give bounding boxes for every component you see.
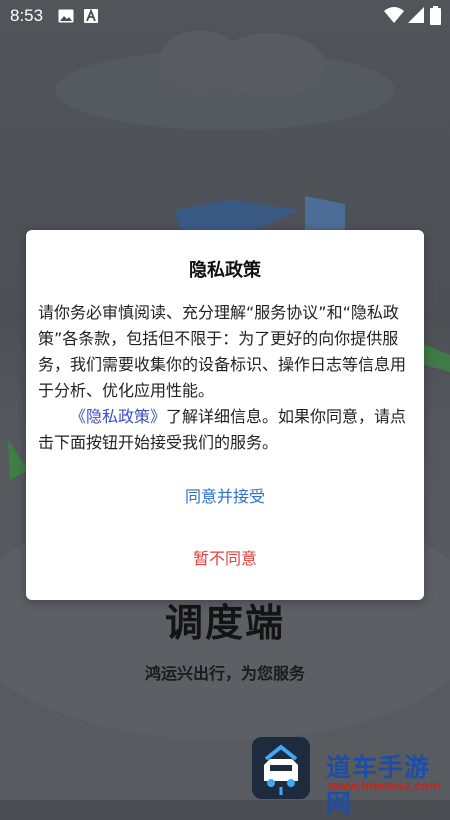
privacy-policy-link[interactable]: 《隐私政策》 xyxy=(70,407,166,426)
dialog-paragraph-1: 请你务必审慎阅读、充分理解“服务协议”和“隐私政策”各条款，包括但不限于：为了更… xyxy=(38,303,407,400)
dialog-title: 隐私政策 xyxy=(189,260,261,281)
dialog-body: 请你务必审慎阅读、充分理解“服务协议”和“隐私政策”各条款，包括但不限于：为了更… xyxy=(38,300,412,456)
accept-button[interactable]: 同意并接受 xyxy=(26,482,424,512)
privacy-policy-dialog: 隐私政策 请你务必审慎阅读、充分理解“服务协议”和“隐私政策”各条款，包括但不限… xyxy=(26,230,424,600)
decline-button[interactable]: 暂不同意 xyxy=(26,544,424,574)
dialog-paragraph-2: 《隐私政策》了解详细信息。如果你同意，请点击下面按钮开始接受我们的服务。 xyxy=(38,404,412,456)
